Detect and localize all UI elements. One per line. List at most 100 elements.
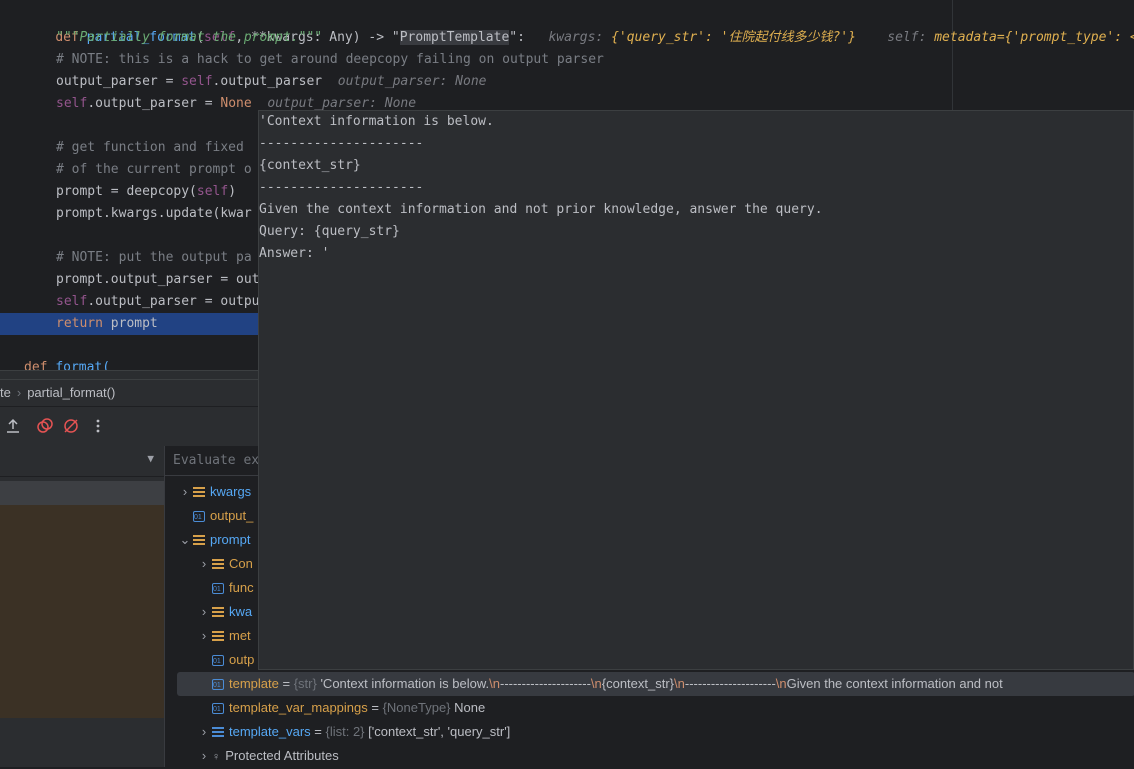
keyword: None [220,96,252,111]
code-text: ": [509,30,525,45]
object-icon [212,578,224,602]
variable-name: template_vars [229,724,311,739]
self-token: self [181,74,213,89]
chevron-down-icon[interactable]: ▼ [147,452,154,465]
value-tooltip-popup[interactable]: 'Context information is below. ---------… [258,110,1134,670]
comment-line[interactable]: # get function and fixed [56,137,244,159]
protected-attributes-row[interactable]: › ♀ Protected Attributes [196,744,339,768]
object-icon [212,674,224,698]
comment-line[interactable]: # NOTE: put the output pa [56,247,252,269]
variable-name: Con [229,556,253,571]
step-out-icon[interactable] [4,417,22,435]
escape-char: \n [674,676,685,691]
expand-icon[interactable]: › [196,624,212,648]
variable-name: template_var_mappings [229,700,368,715]
variable-name: template [229,676,279,691]
code-line-def[interactable]: def partial_format(self, **kwargs: Any) … [24,5,1134,45]
variable-row-template-var-mappings[interactable]: template_var_mappings = {NoneType} None [212,696,486,722]
popup-line: Answer: ' [259,246,330,261]
breadcrumb-separator: › [16,385,22,400]
popup-line: 'Context information is below. [259,114,494,129]
popup-line: Query: {query_str} [259,224,400,239]
variable-row[interactable]: › kwargs [177,480,251,504]
value-segment: Given the context information and not [786,676,1003,691]
code-line[interactable]: prompt = deepcopy(self) [56,181,236,203]
popup-line: {context_str} [259,158,361,173]
function-name: format( [55,360,111,370]
variable-name: prompt [210,532,251,547]
breadcrumb-item-partial-format[interactable]: partial_format() [27,385,115,400]
keyword: return [56,316,103,331]
popup-line: --------------------- [259,180,424,195]
code-line[interactable]: prompt.kwargs.update(kwar [56,203,252,225]
variable-row-template-vars[interactable]: › template_vars = {list: 2} ['context_str… [196,720,510,744]
keyword: def [24,360,48,370]
variable-type: {str} [293,676,317,691]
breadcrumb-item[interactable]: te [0,385,11,400]
expand-icon[interactable]: › [196,600,212,624]
selected-frame[interactable] [0,481,164,505]
frames-panel: ▼ [0,446,164,767]
code-line[interactable]: output_parser = self.output_parser outpu… [56,71,487,93]
variable-type: {NoneType} [382,700,451,715]
value-segment: {context_str} [601,676,675,691]
value-segment: --------------------- [684,676,776,691]
variable-name: kwargs [210,484,252,499]
variable-type: {list: 2} [325,724,365,739]
code-text: prompt [102,316,158,331]
docstring-line[interactable]: """Partially format the prompt.""" [56,27,322,49]
code-text: ) [228,184,237,199]
view-breakpoints-icon[interactable] [36,417,54,435]
value-segment: 'Context information is below. [320,676,490,691]
variable-row[interactable]: output_ [193,504,254,530]
expand-icon[interactable]: › [177,480,193,504]
expand-icon[interactable]: › [196,720,212,744]
variable-row[interactable]: outp [212,648,255,674]
self-token: self [56,294,88,309]
object-icon [212,650,224,674]
inline-hint-label: self: [887,30,927,45]
expand-icon[interactable]: › [196,552,212,576]
variable-row[interactable]: func [212,576,254,602]
mute-breakpoints-icon[interactable] [62,417,80,435]
type-highlight: PromptTemplate [399,30,510,45]
thread-selector[interactable]: ▼ [0,446,164,477]
more-options-icon[interactable] [89,417,107,435]
object-icon [193,506,205,530]
current-execution-line[interactable]: return prompt [0,313,258,335]
inline-hint-value: metadata={'prompt_type': <P [934,30,1134,45]
variable-row[interactable]: › met [196,624,251,648]
object-icon [212,698,224,722]
code-line[interactable]: prompt.output_parser = out [56,269,260,291]
self-token: self [56,96,88,111]
library-frames[interactable] [0,505,164,718]
variable-name: outp [229,652,255,667]
variable-value: None [454,700,486,715]
list-icon [212,607,224,619]
variable-value: ['context_str', 'query_str'] [368,724,511,739]
variable-row-template[interactable]: template = {str} 'Context information is… [177,672,1134,698]
popup-line: --------------------- [259,136,424,151]
escape-char: \n [590,676,602,691]
variable-name: output_ [210,508,254,523]
comment-line[interactable]: # NOTE: this is a hack to get around dee… [56,49,604,71]
expand-icon[interactable]: › [196,744,212,768]
code-text: .output_parser = outpu [87,294,260,309]
variable-row[interactable]: › Con [196,552,253,576]
panel-splitter[interactable] [0,370,258,380]
code-line-def[interactable]: def format( [24,357,110,370]
list-icon [193,487,205,499]
variable-name: met [229,628,251,643]
breadcrumb: te › partial_format() [0,380,258,406]
variable-name: Protected Attributes [225,748,339,763]
equals: = [367,700,383,715]
comment-line[interactable]: # of the current prompt o [56,159,252,181]
escape-char: \n [489,676,500,691]
equals: = [278,676,294,691]
code-text: .output_parser [212,74,323,89]
variable-row[interactable]: ⌄ prompt [177,528,251,552]
code-line[interactable]: self.output_parser = outpu [56,291,260,313]
variable-row[interactable]: › kwa [196,600,252,624]
collapse-icon[interactable]: ⌄ [177,528,193,552]
list-icon [212,727,224,739]
